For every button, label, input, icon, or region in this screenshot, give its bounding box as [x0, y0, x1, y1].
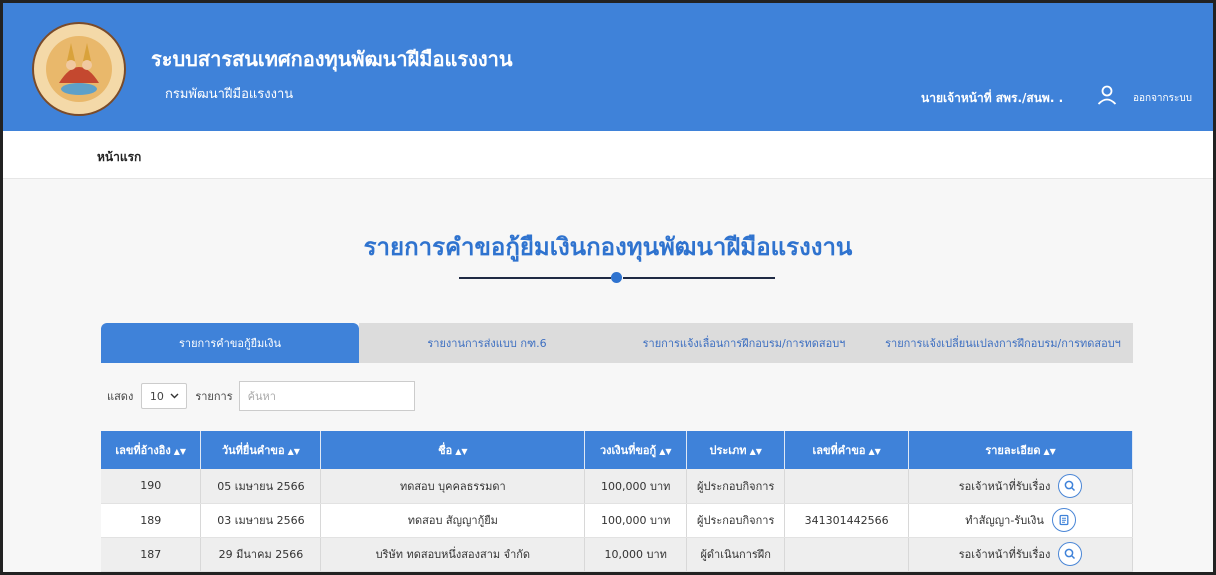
- sort-icon: ▲▼: [287, 447, 300, 456]
- page-title: รายการคำขอกู้ยืมเงินกองทุนพัฒนาฝีมือแรงง…: [363, 233, 853, 261]
- app-subtitle: กรมพัฒนาฝีมือแรงงาน: [165, 87, 294, 102]
- logout-link[interactable]: ออกจากระบบ: [1133, 91, 1192, 106]
- show-label: แสดง: [107, 390, 134, 403]
- status-text: รอเจ้าหน้าที่รับเรื่อง: [958, 479, 1051, 493]
- cell-amount: 10,000 บาท: [584, 537, 688, 572]
- cell-name: บริษัท ทดสอบหนึ่งสองสาม จำกัด: [320, 537, 586, 572]
- cell-amount: 100,000 บาท: [584, 503, 688, 538]
- cell-ref: 190: [101, 469, 202, 504]
- user-icon[interactable]: [1095, 83, 1119, 107]
- cell-amount: 100,000 บาท: [584, 469, 688, 504]
- app-frame: ระบบสารสนเทศกองทุนพัฒนาฝีมือแรงงาน กรมพั…: [0, 0, 1216, 575]
- document-icon[interactable]: [1051, 508, 1076, 532]
- title-divider: [459, 271, 775, 283]
- tab-training-change[interactable]: รายการแจ้งเปลี่ยนแปลงการฝึกอบรม/การทดสอบ…: [873, 323, 1133, 363]
- table-row: 190 05 เมษายน 2566 ทดสอบ บุคคลธรรมดา 100…: [101, 469, 1133, 504]
- table-row: 187 29 มีนาคม 2566 บริษัท ทดสอบหนึ่งสองส…: [101, 537, 1133, 572]
- search-input[interactable]: [238, 381, 415, 411]
- items-label: รายการ: [195, 390, 233, 403]
- cell-name: ทดสอบ สัญญากู้ยืม: [320, 503, 586, 538]
- cell-date: 03 เมษายน 2566: [200, 503, 322, 538]
- tab-bar: รายการคำขอกู้ยืมเงิน รายงานการส่งแบบ กฑ.…: [101, 323, 1133, 363]
- column-header-type[interactable]: ประเภท ▲▼: [686, 431, 786, 469]
- sort-icon: ▲▼: [659, 447, 672, 456]
- tab-form-submission-report[interactable]: รายงานการส่งแบบ กฑ.6: [359, 323, 615, 363]
- cell-request-no: [784, 469, 910, 504]
- status-text: ทำสัญญา-รับเงิน: [965, 514, 1044, 527]
- cell-ref: 187: [101, 537, 202, 572]
- status-text: รอเจ้าหน้าที่รับเรื่อง: [958, 548, 1051, 561]
- sort-icon: ▲▼: [173, 447, 187, 456]
- column-header-ref[interactable]: เลขที่อ้างอิง ▲▼: [101, 431, 202, 469]
- cell-ref: 189: [101, 503, 202, 538]
- table-controls: แสดง 10 รายการ: [107, 379, 415, 413]
- department-logo: [32, 22, 126, 116]
- app-title: ระบบสารสนเทศกองทุนพัฒนาฝีมือแรงงาน: [151, 47, 513, 71]
- loan-request-table: เลขที่อ้างอิง ▲▼ วันที่ยื่นคำขอ ▲▼ ชื่อ ▲▼ …: [101, 431, 1133, 572]
- column-header-detail[interactable]: รายละเอียด ▲▼: [908, 431, 1133, 469]
- tab-training-postponement[interactable]: รายการแจ้งเลื่อนการฝึกอบรม/การทดสอบฯ: [615, 323, 873, 363]
- sort-icon: ▲▼: [1043, 447, 1056, 456]
- column-header-name[interactable]: ชื่อ ▲▼: [320, 431, 586, 469]
- table-row: 189 03 เมษายน 2566 ทดสอบ สัญญากู้ยืม 100…: [101, 503, 1133, 538]
- cell-type: ผู้ประกอบกิจการ: [686, 503, 786, 538]
- cell-request-no: 341301442566: [784, 503, 910, 538]
- column-header-amount[interactable]: วงเงินที่ขอกู้ ▲▼: [584, 431, 688, 469]
- cell-detail: รอเจ้าหน้าที่รับเรื่อง: [908, 537, 1133, 572]
- breadcrumb-bar: หน้าแรก: [3, 131, 1213, 179]
- header-bar: ระบบสารสนเทศกองทุนพัฒนาฝีมือแรงงาน กรมพั…: [3, 3, 1213, 131]
- cell-detail: ทำสัญญา-รับเงิน: [908, 503, 1133, 538]
- cell-name: ทดสอบ บุคคลธรรมดา: [320, 469, 586, 504]
- search-icon[interactable]: [1058, 542, 1083, 566]
- sort-icon: ▲▼: [749, 447, 762, 456]
- column-header-request-no[interactable]: เลขที่คำขอ ▲▼: [784, 431, 910, 469]
- page-size-select[interactable]: 10: [141, 383, 188, 409]
- user-name[interactable]: นายเจ้าหน้าที่ สพร./สนพ. .: [921, 89, 1063, 108]
- chevron-down-icon: [170, 393, 179, 399]
- cell-date: 05 เมษายน 2566: [200, 469, 322, 504]
- page-size-value: 10: [149, 389, 164, 403]
- column-header-date[interactable]: วันที่ยื่นคำขอ ▲▼: [200, 431, 322, 469]
- sort-icon: ▲▼: [868, 447, 881, 456]
- cell-date: 29 มีนาคม 2566: [200, 537, 322, 572]
- tab-loan-requests[interactable]: รายการคำขอกู้ยืมเงิน: [101, 323, 359, 363]
- cell-type: ผู้ดำเนินการฝึก: [686, 537, 786, 572]
- breadcrumb-home[interactable]: หน้าแรก: [97, 148, 141, 167]
- search-icon[interactable]: [1058, 473, 1083, 498]
- cell-type: ผู้ประกอบกิจการ: [686, 469, 786, 504]
- cell-detail: รอเจ้าหน้าที่รับเรื่อง: [908, 469, 1133, 504]
- sort-icon: ▲▼: [455, 447, 468, 456]
- cell-request-no: [784, 537, 910, 572]
